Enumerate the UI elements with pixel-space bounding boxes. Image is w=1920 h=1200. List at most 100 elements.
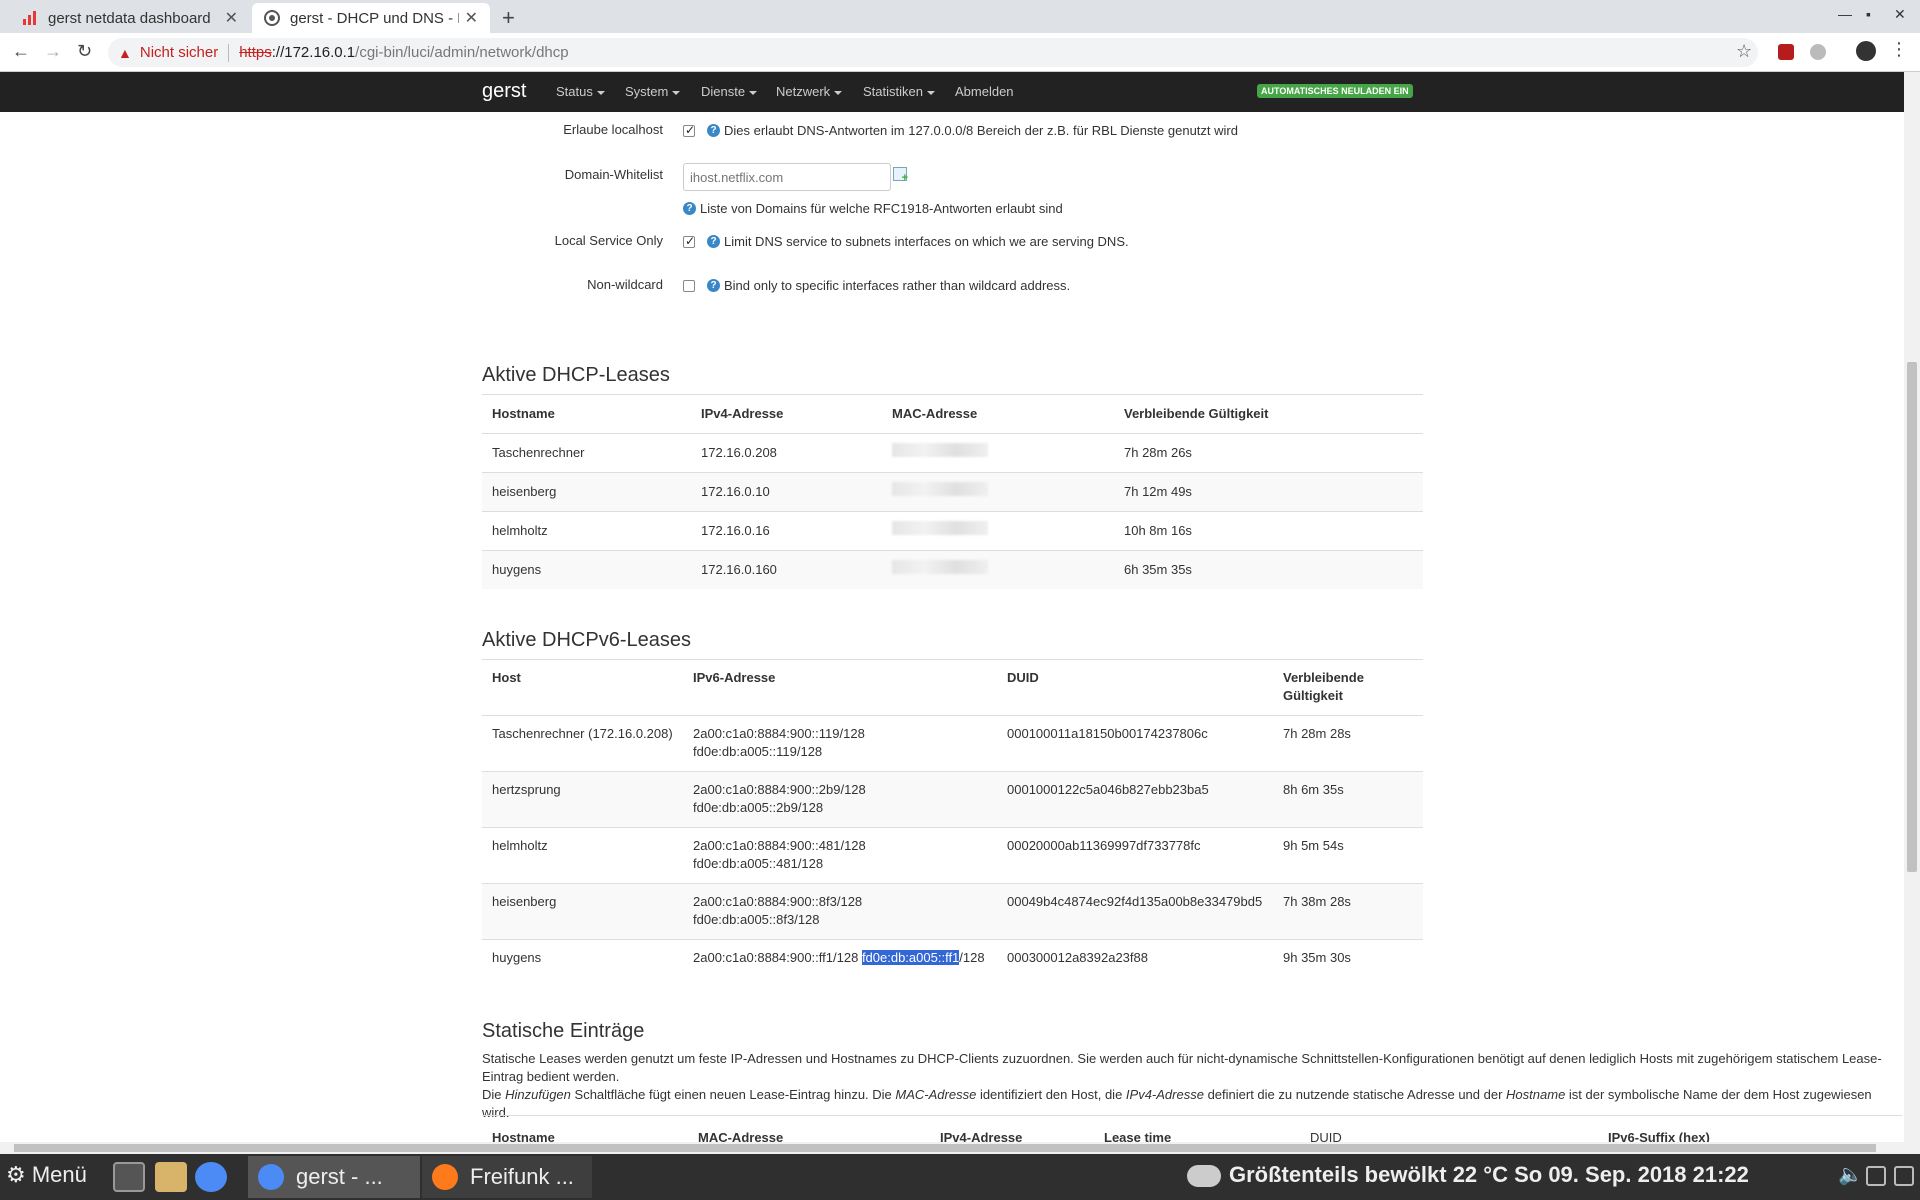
menu-netzwerk[interactable]: Netzwerk [776, 84, 843, 99]
column-header: Hostname [482, 394, 691, 434]
menu-dienste[interactable]: Dienste [701, 84, 758, 99]
ipv6-cell: 2a00:c1a0:8884:900::481/128 fd0e:db:a005:… [683, 827, 997, 884]
profile-avatar-icon[interactable] [1856, 41, 1876, 61]
menu-label: Netzwerk [776, 84, 831, 99]
ipv6-address: fd0e:db:a005::8f3/128 [693, 912, 820, 927]
dhcpv6-leases-table: Host IPv6-Adresse DUID Verbleibende Gülti… [482, 659, 1423, 982]
weather-widget[interactable]: Größtenteils bewölkt 22 °C So 09. Sep. 2… [1187, 1162, 1749, 1188]
ublock-icon[interactable] [1778, 44, 1794, 60]
expires-cell: 7h 28m 28s [1273, 715, 1423, 772]
start-menu-button[interactable]: ⚙ Menü [6, 1162, 87, 1188]
dhcpv6-leases-title: Aktive DHCPv6-Leases [482, 629, 691, 651]
duid-cell: 000100011a18150b00174237806c [997, 715, 1273, 772]
table-row: huygens 172.16.0.160 6h 35m 35s [482, 550, 1423, 589]
forward-icon[interactable]: → [44, 41, 62, 62]
duid-cell: 000300012a8392a23f88 [997, 939, 1273, 982]
description-text: Schaltfläche fügt einen neuen Lease-Eint… [570, 1087, 896, 1102]
security-label[interactable]: Nicht sicher [140, 44, 218, 61]
ipv6-address: 2a00:c1a0:8884:900::8f3/128 [693, 894, 863, 909]
expires-cell: 8h 6m 35s [1273, 771, 1423, 828]
clock: So 09. Sep. 2018 21:22 [1514, 1162, 1749, 1187]
add-entry-icon[interactable] [893, 167, 908, 184]
ipv6-address: fd0e:db:a005::2b9/128 [693, 800, 824, 815]
mac-cell [882, 433, 1114, 473]
menu-status[interactable]: Status [556, 84, 605, 99]
maximize-icon[interactable]: ▪ [1866, 6, 1871, 22]
ipv6-cell: 2a00:c1a0:8884:900::8f3/128fd0e:db:a005:… [683, 883, 997, 940]
description-text: definiert die zu nutzende statische Adre… [1203, 1087, 1507, 1102]
header-line: Verbleibende [1283, 670, 1364, 685]
non-wildcard-checkbox[interactable] [683, 279, 695, 292]
minimize-icon[interactable]: — [1838, 6, 1852, 22]
ipv6-address: fd0e:db:a005::481/128 [693, 856, 824, 871]
scrollbar-thumb[interactable] [14, 1144, 1876, 1152]
column-header: MAC-Adresse [882, 394, 1114, 434]
hostname-cell: heisenberg [482, 472, 691, 512]
chrome-icon[interactable] [195, 1162, 227, 1192]
domain-whitelist-input[interactable] [683, 163, 891, 191]
expires-cell: 7h 28m 26s [1114, 433, 1423, 473]
autoreload-badge[interactable]: AUTOMATISCHES NEULADEN EIN [1257, 84, 1413, 98]
host-cell: helmholtz [482, 827, 683, 884]
volume-icon[interactable]: 🔈 [1838, 1162, 1863, 1186]
mac-cell [882, 550, 1114, 589]
horizontal-scrollbar[interactable] [0, 1142, 1920, 1154]
taskbar-app-chrome[interactable]: gerst - ... [248, 1156, 420, 1198]
help-text: Dies erlaubt DNS-Antworten im 127.0.0.0/… [724, 123, 1238, 139]
host-cell: huygens [482, 939, 683, 982]
url-path: /cgi-bin/luci/admin/network/dhcp [355, 44, 569, 61]
address-divider [228, 43, 230, 62]
bookmark-star-icon[interactable]: ☆ [1736, 41, 1752, 62]
notes-icon[interactable] [1866, 1166, 1886, 1186]
network-icon[interactable] [1894, 1166, 1914, 1186]
local-service-checkbox[interactable] [683, 234, 695, 248]
terminal-icon[interactable] [113, 1162, 145, 1192]
tab-luci-dhcp[interactable]: gerst - DHCP und DNS - LuCI ✕ [252, 3, 490, 33]
close-window-icon[interactable]: ✕ [1894, 6, 1906, 23]
extension-icon[interactable] [1810, 44, 1826, 60]
browser-menu-icon[interactable]: ⋮ [1890, 39, 1908, 60]
close-tab-icon[interactable]: ✕ [465, 8, 478, 28]
new-tab-button[interactable]: + [502, 5, 515, 31]
page-content: Erlaube localhost ? Dies erlaubt DNS-Antw… [0, 112, 1904, 1142]
close-tab-icon[interactable]: ✕ [225, 8, 238, 28]
column-header: IPv6-Adresse [683, 659, 997, 716]
localhost-checkbox[interactable] [683, 123, 695, 137]
table-row: huygens 2a00:c1a0:8884:900::ff1/128 fd0e… [482, 939, 1423, 982]
duid-cell: 0001000122c5a046b827ebb23ba5 [997, 771, 1273, 828]
menu-statistiken[interactable]: Statistiken [863, 84, 935, 99]
taskbar-app-label: Freifunk ... [470, 1164, 574, 1189]
address-bar[interactable]: ▲ Nicht sicher https://172.16.0.1/cgi-bi… [108, 38, 1758, 67]
taskbar-app-firefox[interactable]: Freifunk ... [422, 1156, 592, 1198]
menu-label: System [625, 84, 669, 99]
vertical-scrollbar[interactable] [1904, 72, 1920, 1142]
firefox-icon [432, 1164, 458, 1190]
hostname-cell: huygens [482, 550, 691, 589]
host-cell: heisenberg [482, 883, 683, 940]
description-text: identifiziert den Host, die [976, 1087, 1126, 1102]
help-text: Bind only to specific interfaces rather … [724, 278, 1071, 294]
ipv6-address: 2a00:c1a0:8884:900::2b9/128 [693, 782, 866, 797]
weather-text: Größtenteils bewölkt 22 °C [1229, 1162, 1508, 1187]
gear-icon: ⚙ [6, 1162, 26, 1187]
expires-cell: 7h 38m 28s [1273, 883, 1423, 940]
url-host: ://172.16.0.1 [271, 44, 356, 61]
menu-system[interactable]: System [625, 84, 681, 99]
ipv4-cell: 172.16.0.160 [691, 550, 882, 589]
menu-abmelden[interactable]: Abmelden [955, 84, 1014, 99]
reload-icon[interactable]: ↻ [77, 41, 92, 62]
ipv4-cell: 172.16.0.208 [691, 433, 882, 473]
mac-cell [882, 511, 1114, 551]
expires-cell: 9h 35m 30s [1273, 939, 1423, 982]
back-icon[interactable]: ← [12, 41, 30, 62]
column-header: MAC-Adresse [698, 1130, 784, 1142]
folder-icon[interactable] [155, 1162, 187, 1192]
table-row: Taschenrechner 172.16.0.208 7h 28m 26s [482, 433, 1423, 473]
scrollbar-thumb[interactable] [1907, 362, 1917, 872]
description-line: Statische Leases werden genutzt um feste… [482, 1051, 1882, 1084]
tab-netdata[interactable]: gerst netdata dashboard ✕ [10, 3, 250, 33]
ipv6-cell: 2a00:c1a0:8884:900::2b9/128fd0e:db:a005:… [683, 771, 997, 828]
brand-logo[interactable]: gerst [482, 80, 526, 103]
field-label: Domain-Whitelist [564, 167, 663, 182]
table-row: hertzsprung 2a00:c1a0:8884:900::2b9/128 f… [482, 771, 1423, 828]
